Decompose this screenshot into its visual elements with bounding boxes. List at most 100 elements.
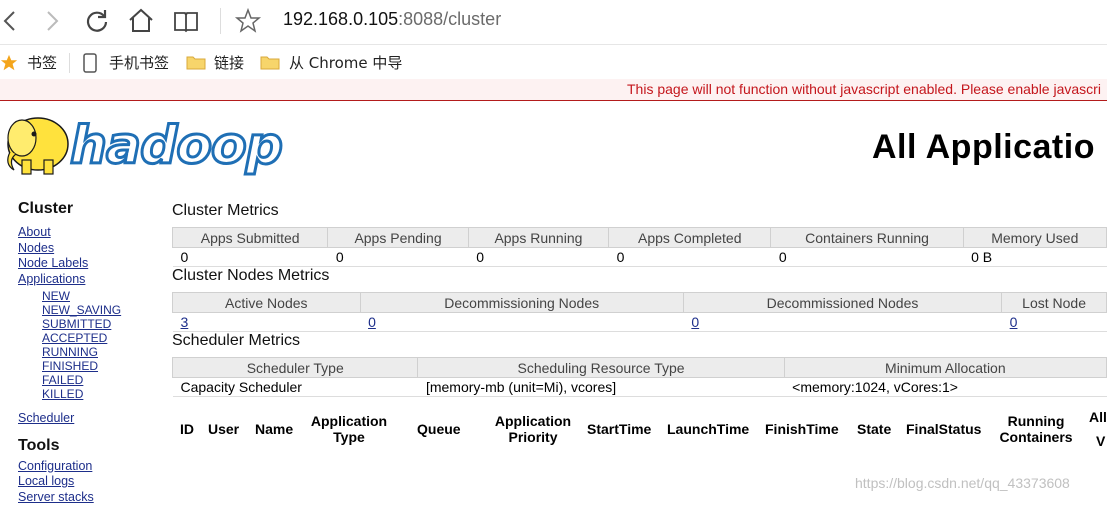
column-header-allocated[interactable]: All V bbox=[1089, 405, 1107, 453]
column-header[interactable]: Minimum Allocation bbox=[784, 358, 1106, 378]
cluster-metrics-table: Apps Submitted Apps Pending Apps Running… bbox=[172, 227, 1107, 267]
nav-link-state-submitted[interactable]: SUBMITTED bbox=[18, 317, 168, 331]
header-line: V bbox=[1089, 433, 1105, 449]
bookmark-item[interactable]: 手机书签 bbox=[109, 52, 169, 73]
column-header[interactable]: Apps Running bbox=[468, 228, 608, 248]
nav-link-applications[interactable]: Applications bbox=[18, 272, 168, 288]
resource-type-value: [memory-mb (unit=Mi), vcores] bbox=[418, 378, 784, 397]
url-host: 192.168.0.105 bbox=[283, 9, 398, 29]
decommissioned-nodes-link[interactable]: 0 bbox=[691, 314, 699, 330]
node-count-cell: 0 bbox=[360, 313, 683, 332]
column-header[interactable]: Apps Submitted bbox=[173, 228, 328, 248]
column-header[interactable]: Memory Used bbox=[963, 228, 1106, 248]
nav-link-node-labels[interactable]: Node Labels bbox=[18, 256, 168, 272]
column-header-name[interactable]: Name bbox=[255, 421, 293, 437]
nav-heading-cluster: Cluster bbox=[18, 200, 168, 218]
min-allocation-value: <memory:1024, vCores:1> bbox=[784, 378, 1106, 397]
star-icon[interactable] bbox=[233, 6, 263, 36]
metric-value: 0 bbox=[468, 248, 608, 267]
nav-link-nodes[interactable]: Nodes bbox=[18, 241, 168, 257]
metric-value: 0 bbox=[328, 248, 468, 267]
column-header[interactable]: Apps Pending bbox=[328, 228, 468, 248]
nav-link-state-finished[interactable]: FINISHED bbox=[18, 359, 168, 373]
column-header[interactable]: Apps Completed bbox=[609, 228, 771, 248]
nav-link-state-killed[interactable]: KILLED bbox=[18, 387, 168, 401]
noscript-warning: This page will not function without java… bbox=[627, 81, 1101, 97]
column-header[interactable]: Containers Running bbox=[771, 228, 963, 248]
header-line: Priority bbox=[508, 429, 557, 445]
watermark: https://blog.csdn.net/qq_43373608 bbox=[855, 475, 1070, 491]
nav-link-local-logs[interactable]: Local logs bbox=[18, 474, 168, 490]
folder-icon bbox=[186, 54, 206, 70]
column-header-user[interactable]: User bbox=[208, 421, 239, 437]
folder-icon bbox=[260, 54, 280, 70]
metric-value: 0 bbox=[609, 248, 771, 267]
url-path: :8088/cluster bbox=[398, 9, 501, 29]
column-header-id[interactable]: ID bbox=[180, 421, 194, 437]
column-header[interactable]: Scheduling Resource Type bbox=[418, 358, 784, 378]
column-header-queue[interactable]: Queue bbox=[417, 421, 461, 437]
browser-toolbar: 192.168.0.105:8088/cluster bbox=[0, 0, 1107, 42]
header-line: Containers bbox=[999, 429, 1072, 445]
page-title: All Applicatio bbox=[872, 128, 1095, 167]
header-line: All bbox=[1089, 409, 1107, 425]
bookmark-item[interactable]: 书签 bbox=[27, 52, 57, 73]
column-header-finish-time[interactable]: FinishTime bbox=[765, 421, 839, 437]
back-icon[interactable] bbox=[0, 6, 30, 36]
column-header-state[interactable]: State bbox=[857, 421, 891, 437]
section-title-scheduler-metrics: Scheduler Metrics bbox=[172, 332, 300, 350]
nav-link-state-running[interactable]: RUNNING bbox=[18, 345, 168, 359]
bookmarks-bar: 书签 手机书签 链接 从 Chrome 中导 bbox=[0, 44, 1107, 80]
hadoop-logo: hadoop bbox=[0, 108, 300, 188]
nav-heading-tools: Tools bbox=[18, 437, 168, 455]
toolbar-divider bbox=[220, 8, 221, 34]
column-header-launch-time[interactable]: LaunchTime bbox=[667, 421, 749, 437]
column-header-priority[interactable]: Application Priority bbox=[493, 413, 573, 445]
active-nodes-link[interactable]: 3 bbox=[181, 314, 189, 330]
nav-link-configuration[interactable]: Configuration bbox=[18, 459, 168, 475]
metric-value: 0 B bbox=[963, 248, 1106, 267]
nav-link-state-accepted[interactable]: ACCEPTED bbox=[18, 331, 168, 345]
section-title-nodes-metrics: Cluster Nodes Metrics bbox=[172, 267, 329, 285]
noscript-banner: This page will not function without java… bbox=[0, 79, 1107, 101]
header-line: Type bbox=[333, 429, 365, 445]
header-line: Running bbox=[1008, 413, 1065, 429]
nodes-metrics-table: Active Nodes Decommissioning Nodes Decom… bbox=[172, 292, 1107, 332]
column-header-start-time[interactable]: StartTime bbox=[587, 421, 651, 437]
logo-wordmark: hadoop bbox=[70, 116, 282, 176]
nav-link-state-new-saving[interactable]: NEW_SAVING bbox=[18, 303, 168, 317]
metric-value: 0 bbox=[771, 248, 963, 267]
sidebar-nav: Cluster About Nodes Node Labels Applicat… bbox=[18, 200, 168, 505]
column-header-running-containers[interactable]: Running Containers bbox=[994, 413, 1078, 445]
column-header[interactable]: Lost Node bbox=[1002, 293, 1107, 313]
scheduler-type-value: Capacity Scheduler bbox=[173, 378, 418, 397]
bookmark-item[interactable]: 从 Chrome 中导 bbox=[289, 52, 402, 73]
column-header[interactable]: Active Nodes bbox=[173, 293, 361, 313]
bookmark-item[interactable]: 链接 bbox=[214, 52, 244, 73]
reload-icon[interactable] bbox=[82, 6, 112, 36]
nav-link-state-failed[interactable]: FAILED bbox=[18, 373, 168, 387]
node-count-cell: 0 bbox=[1002, 313, 1107, 332]
column-header[interactable]: Decommissioning Nodes bbox=[360, 293, 683, 313]
nav-link-about[interactable]: About bbox=[18, 225, 168, 241]
lost-nodes-link[interactable]: 0 bbox=[1010, 314, 1018, 330]
nav-link-server-stacks[interactable]: Server stacks bbox=[18, 490, 168, 505]
header-line: Application bbox=[495, 413, 571, 429]
forward-icon[interactable] bbox=[38, 6, 68, 36]
nav-link-state-new[interactable]: NEW bbox=[18, 289, 168, 303]
column-header-final-status[interactable]: FinalStatus bbox=[906, 421, 981, 437]
node-count-cell: 3 bbox=[173, 313, 361, 332]
mobile-icon bbox=[82, 53, 98, 73]
scheduler-metrics-table: Scheduler Type Scheduling Resource Type … bbox=[172, 357, 1107, 397]
metric-value: 0 bbox=[173, 248, 328, 267]
home-icon[interactable] bbox=[126, 6, 156, 36]
column-header-application-type[interactable]: Application Type bbox=[309, 413, 389, 445]
address-bar[interactable]: 192.168.0.105:8088/cluster bbox=[283, 9, 501, 30]
nav-link-scheduler[interactable]: Scheduler bbox=[18, 411, 168, 427]
column-header[interactable]: Decommissioned Nodes bbox=[683, 293, 1001, 313]
header-line: Application bbox=[311, 413, 387, 429]
decommissioning-nodes-link[interactable]: 0 bbox=[368, 314, 376, 330]
column-header[interactable]: Scheduler Type bbox=[173, 358, 418, 378]
node-count-cell: 0 bbox=[683, 313, 1001, 332]
reading-mode-icon[interactable] bbox=[171, 6, 201, 36]
